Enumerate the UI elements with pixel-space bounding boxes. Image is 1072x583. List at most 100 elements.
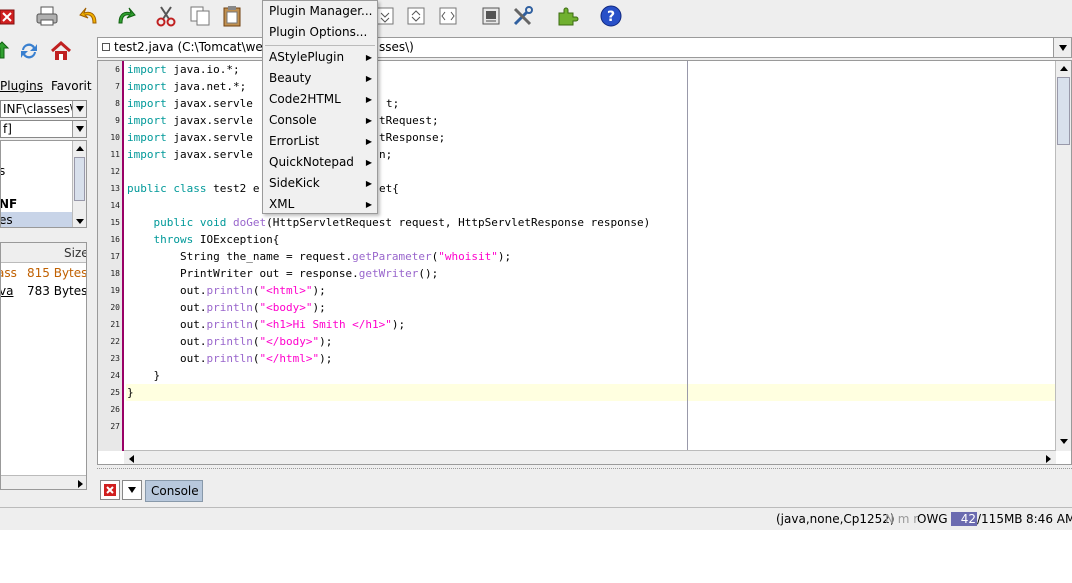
filter-combo[interactable]: f] [0, 120, 87, 138]
code-line: public void doGet(HttpServletRequest req… [153, 216, 651, 229]
tree-item[interactable]: NF [1, 196, 17, 212]
plugin-manager-icon[interactable] [554, 4, 580, 28]
svg-text:?: ? [607, 9, 615, 25]
buffer-mode[interactable]: (java,none,Cp1252) [776, 512, 895, 526]
paste-icon[interactable] [219, 4, 245, 28]
gutter[interactable]: 6 7 8 9 10 11 12 13 14 15 16 17 18 19 20 21 22 23 24 25 26 27 [98, 61, 124, 451]
close-dock-icon[interactable] [100, 480, 120, 500]
chevron-down-icon[interactable] [72, 121, 86, 137]
line-number: 21 [110, 320, 120, 329]
menu-item-plugin-manager[interactable]: Plugin Manager... [269, 4, 373, 18]
file-name[interactable]: va [1, 284, 13, 298]
line-number: 12 [110, 167, 120, 176]
menu-item-xml[interactable]: XML [269, 197, 294, 211]
code-line: String the_name = request.getParameter("… [127, 250, 512, 263]
code-line: } [127, 369, 161, 382]
line-number: 9 [115, 116, 120, 125]
buffer-title-tail: sses\) [379, 40, 414, 54]
menu-item-quicknotepad[interactable]: QuickNotepad [269, 155, 354, 169]
tree-scrollbar[interactable] [72, 141, 86, 227]
file-list: Size ass 815 Bytes va 783 Bytes [0, 242, 87, 490]
menu-item-beauty[interactable]: Beauty [269, 71, 311, 85]
close-buffer-icon[interactable] [0, 4, 18, 28]
reload-icon[interactable] [17, 40, 41, 62]
tree-item-selected[interactable]: es [1, 212, 73, 227]
code-line: PrintWriter out = response.getWriter(); [127, 267, 439, 280]
code-line: out.println("</html>"); [127, 352, 333, 365]
menu-item-astyleplugin[interactable]: AStylePlugin [269, 50, 344, 64]
copy-icon[interactable] [187, 4, 213, 28]
scroll-thumb[interactable] [74, 157, 85, 201]
menu-item-errorlist[interactable]: ErrorList [269, 134, 319, 148]
scroll-down-icon[interactable] [75, 215, 85, 225]
menu-item-console[interactable]: Console [269, 113, 317, 127]
undo-icon[interactable] [77, 4, 103, 28]
code-line: out.println("<body>"); [127, 301, 326, 314]
line-number: 18 [110, 269, 120, 278]
chevron-down-icon[interactable] [72, 101, 86, 117]
main-toolbar: ? [0, 0, 1072, 34]
scroll-up-icon[interactable] [1059, 63, 1069, 77]
go-up-icon[interactable] [0, 40, 14, 62]
code-line: } [127, 386, 134, 399]
scroll-thumb[interactable] [1057, 77, 1070, 145]
help-icon[interactable]: ? [598, 4, 624, 28]
file-size: 783 Bytes [27, 284, 87, 298]
memory-total: /115MB [977, 512, 1023, 526]
expand-icon[interactable] [435, 4, 461, 28]
line-number: 22 [110, 337, 120, 346]
code-line: out.println("</body>"); [127, 335, 333, 348]
editor-vertical-scrollbar[interactable] [1055, 61, 1071, 451]
dock-divider[interactable] [97, 468, 1072, 470]
text-area[interactable]: 6 7 8 9 10 11 12 13 14 15 16 17 18 19 20 21 22 23 24 25 26 27… [97, 60, 1072, 465]
directory-tree: s NF es [0, 140, 87, 228]
redo-icon[interactable] [112, 4, 138, 28]
menu-item-plugin-options[interactable]: Plugin Options... [269, 25, 367, 39]
tab-plugins[interactable]: Plugins [0, 79, 43, 93]
file-name[interactable]: ass [1, 266, 17, 280]
unfold-icon[interactable] [403, 4, 429, 28]
line-number: 16 [110, 235, 120, 244]
code-line: public class test2 e et{ [127, 182, 399, 195]
chevron-down-icon[interactable] [1053, 38, 1071, 57]
scroll-left-icon[interactable] [128, 453, 136, 464]
code-line: import javax.servle t; [127, 97, 400, 110]
home-icon[interactable] [49, 40, 73, 62]
tools-icon[interactable] [510, 4, 536, 28]
filter-combo-value: f] [3, 122, 12, 136]
editor-horizontal-scrollbar[interactable] [124, 450, 1056, 464]
line-number: 15 [110, 218, 120, 227]
submenu-arrow-icon: ▶ [365, 200, 372, 209]
tree-item[interactable]: s [1, 163, 5, 179]
file-list-scrollbar[interactable] [1, 475, 86, 489]
tab-console[interactable]: Console [145, 480, 203, 502]
scroll-right-icon[interactable] [76, 478, 84, 489]
menu-item-code2html[interactable]: Code2HTML [269, 92, 341, 106]
size-column-header[interactable]: Size [64, 246, 86, 260]
line-number: 6 [115, 65, 120, 74]
memory-status[interactable]: 42 [951, 512, 977, 526]
submenu-arrow-icon: ▶ [365, 74, 372, 83]
print-icon[interactable] [34, 4, 60, 28]
scroll-right-icon[interactable] [1044, 453, 1052, 464]
scroll-up-icon[interactable] [75, 143, 85, 153]
line-number: 13 [110, 184, 120, 193]
cut-icon[interactable] [153, 4, 179, 28]
line-number: 11 [110, 150, 120, 159]
buffer-status-icon [102, 43, 110, 51]
edit-flags[interactable]: N m r [885, 512, 918, 526]
status-bar: (java,none,Cp1252) N m r OWG 42 /115MB 8… [0, 507, 1072, 529]
edit-flags-2[interactable]: OWG [917, 512, 948, 526]
code-line: throws IOException{ [153, 233, 280, 246]
menu-item-sidekick[interactable]: SideKick [269, 176, 320, 190]
tab-favorites[interactable]: Favorit [51, 79, 92, 93]
file-browser-panel: Plugins Favorit INF\classes\ f] s NF es … [0, 36, 92, 506]
line-number: 24 [110, 371, 120, 380]
global-options-icon[interactable] [478, 4, 504, 28]
path-combo[interactable]: INF\classes\ [0, 100, 87, 118]
code-line: import java.io.*; [127, 63, 240, 76]
scroll-down-icon[interactable] [1059, 435, 1069, 449]
buffer-switcher[interactable]: test2.java (C:\Tomcat\weba sses\) [97, 37, 1072, 58]
submenu-arrow-icon: ▶ [365, 53, 372, 62]
dock-menu-icon[interactable] [122, 480, 142, 500]
